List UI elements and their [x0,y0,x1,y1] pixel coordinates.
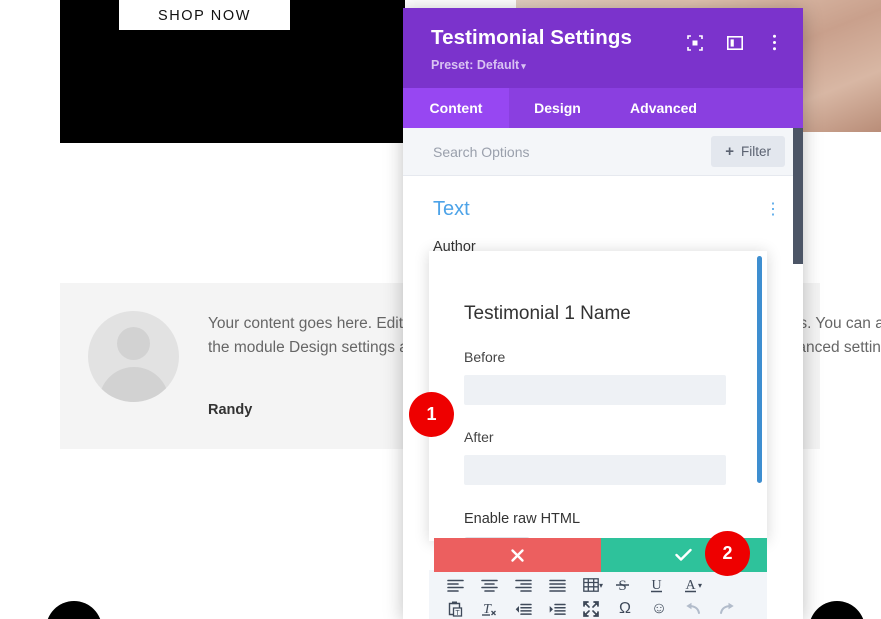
panel-header: Testimonial Settings Preset: Default▾ [403,8,803,88]
slider-next-button[interactable] [809,601,865,619]
panel-scrollbar[interactable] [793,128,803,264]
underline-icon[interactable]: U [639,574,673,597]
tab-content[interactable]: Content [403,88,509,128]
paste-as-text-icon[interactable]: T [438,598,472,619]
filter-button-label: Filter [741,144,771,159]
focus-icon[interactable] [686,34,703,51]
plus-icon: + [725,143,734,160]
author-field-label: Author [403,221,803,255]
layout-panel-icon[interactable] [726,34,743,51]
slider-prev-button[interactable] [46,601,102,619]
close-icon [510,548,525,563]
tab-design[interactable]: Design [509,88,606,128]
undo-icon[interactable] [676,598,710,619]
table-dropdown-caret[interactable]: ▾ [599,581,603,590]
special-character-icon[interactable]: Ω [608,598,642,619]
align-justify-icon[interactable] [540,574,574,597]
cancel-button[interactable] [434,538,601,572]
omega-glyph: Ω [619,601,631,617]
search-options-bar: Search Options + Filter [403,128,803,176]
editor-toolbar-row-2: T T [438,597,767,619]
emoticon-icon[interactable]: ☺ [642,598,676,619]
strikethrough-icon[interactable]: S [605,574,639,597]
align-center-icon[interactable] [472,574,506,597]
fullscreen-icon[interactable] [574,598,608,619]
redo-icon[interactable] [710,598,744,619]
author-text-editor-modal: Testimonial 1 Name Before After Enable r… [429,251,767,541]
preset-selector[interactable]: Preset: Default▾ [431,58,781,72]
avatar-body-shape [99,367,169,402]
shop-now-button[interactable]: SHOP NOW [119,0,290,30]
avatar-head-shape [117,327,150,360]
editor-toolbar-row-1: ▾ S U A ▾ [438,573,767,597]
tab-advanced[interactable]: Advanced [606,88,721,128]
section-more-icon[interactable]: ⋮ [765,207,781,212]
text-section-header: Text ⋮ [403,176,803,221]
check-icon [675,548,692,562]
editor-toolbar: ▾ S U A ▾ [429,570,767,619]
filter-button[interactable]: + Filter [711,136,785,167]
text-color-dropdown-caret[interactable]: ▾ [698,581,702,590]
before-field-label: Before [464,349,767,365]
before-input[interactable] [464,375,726,405]
chevron-down-icon: ▾ [521,61,526,71]
avatar [88,311,179,402]
step-badge-2: 2 [705,531,750,576]
after-field-label: After [464,429,767,445]
panel-header-icons [686,34,783,51]
raw-html-label: Enable raw HTML [464,511,767,527]
preset-label: Preset: Default [431,58,519,72]
testimonial-author: Randy [208,402,252,418]
indent-icon[interactable] [540,598,574,619]
screenshot-root: SHOP NOW Your content goes here. Edit or… [0,0,881,619]
smiley-glyph: ☺ [651,601,667,617]
align-left-icon[interactable] [438,574,472,597]
modal-title: Testimonial 1 Name [464,303,767,325]
after-input[interactable] [464,455,726,485]
section-title-text: Text [433,198,470,221]
modal-content: Testimonial 1 Name Before After Enable r… [429,251,767,541]
more-vertical-icon[interactable] [766,34,783,51]
shop-now-label: SHOP NOW [158,9,251,31]
align-right-icon[interactable] [506,574,540,597]
modal-scrollbar[interactable] [757,256,762,483]
step-badge-1: 1 [409,392,454,437]
svg-text:T: T [455,610,460,617]
panel-tabs: Content Design Advanced [403,88,803,128]
clear-formatting-icon[interactable]: T [472,598,506,619]
outdent-icon[interactable] [506,598,540,619]
search-input[interactable]: Search Options [433,144,711,160]
